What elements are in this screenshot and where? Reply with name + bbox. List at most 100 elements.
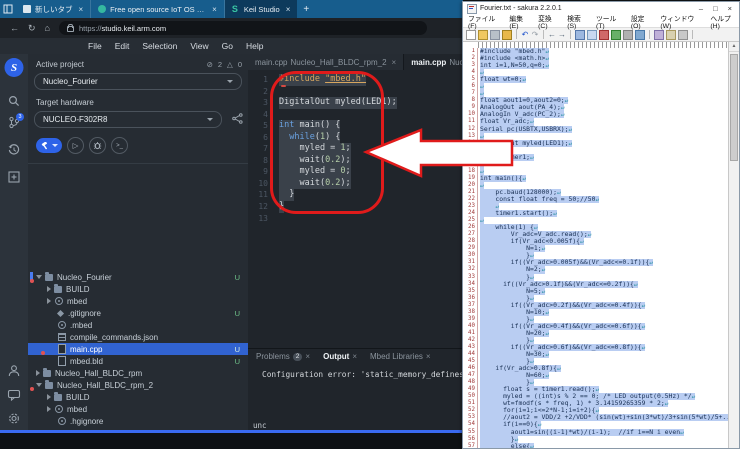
sakura-text-area[interactable]: 1#include "mbed.h"↵2#include <math.h>↵3i… [463, 48, 729, 448]
undo-icon[interactable]: ↶ [521, 31, 529, 39]
sakura-menu-item[interactable]: ウィンドウ(W) [660, 13, 703, 30]
save-icon[interactable] [490, 30, 500, 40]
sakura-code-line[interactable]: 3int i=1,N=50,q=0;↵ [463, 62, 729, 69]
close-icon[interactable]: × [212, 5, 217, 14]
close-icon[interactable]: × [392, 58, 397, 67]
tree-item[interactable]: Nucleo_FourierU [28, 271, 248, 283]
close-icon[interactable]: × [426, 352, 431, 361]
menu-item-file[interactable]: File [88, 41, 102, 51]
browser-toolbar: ← ↻ ⌂ https://studio.keil.arm.com [0, 18, 463, 38]
sakura-menu-item[interactable]: ツール(T) [596, 13, 624, 30]
search-icon[interactable] [8, 94, 20, 112]
new-project-icon[interactable] [8, 170, 20, 188]
menu-item-selection[interactable]: Selection [142, 41, 177, 51]
sakura-menu-item[interactable]: 編集(E) [509, 13, 531, 30]
source-control-icon[interactable]: 3 [8, 116, 20, 134]
debug-button[interactable] [89, 137, 106, 154]
grep-icon[interactable] [635, 30, 645, 40]
home-icon[interactable]: ⌂ [45, 23, 50, 33]
back-icon[interactable]: ← [10, 23, 19, 33]
scrollbar-thumb[interactable] [730, 54, 738, 161]
tree-item[interactable]: mbed [28, 295, 248, 307]
sakura-code-line[interactable]: 22 const float freq = 50;//50↵ [463, 196, 729, 203]
tree-item[interactable]: .mbed [28, 319, 248, 331]
terminal-button[interactable]: >_ [111, 137, 128, 154]
address-bar[interactable]: https://studio.keil.arm.com [59, 21, 427, 35]
history-icon[interactable] [8, 143, 20, 161]
sakura-code-line[interactable]: 6↵ [463, 83, 729, 90]
tree-item[interactable]: .gitignoreU [28, 307, 248, 319]
line-number: 39 [463, 316, 478, 323]
browser-tab[interactable]: 新しいタブ× [16, 0, 91, 18]
redo-icon[interactable]: ↷ [531, 31, 539, 39]
eol-mark: ↵ [649, 259, 653, 266]
close-icon[interactable]: × [305, 352, 310, 361]
account-icon[interactable] [8, 364, 21, 382]
line-number: 30 [463, 252, 478, 259]
bookmark-clear-icon[interactable] [623, 30, 633, 40]
menu-item-help[interactable]: Help [246, 41, 263, 51]
bookmark-next-icon[interactable] [611, 30, 621, 40]
feedback-icon[interactable] [8, 388, 21, 406]
editor-tab[interactable]: main.cppNucleo_Hall_BLDC_rpm_2× [248, 54, 404, 70]
sakura-menu-item[interactable]: ヘルプ(H) [710, 13, 739, 30]
bookmark-icon[interactable] [599, 30, 609, 40]
editor-tab[interactable]: main.cppNucleo_Fourier× [404, 54, 463, 70]
tree-item[interactable]: mbed.bldU [28, 355, 248, 367]
sakura-menu-item[interactable]: 変換(C) [538, 13, 560, 30]
connect-device-icon[interactable] [232, 113, 243, 126]
error-count: 2 [218, 60, 222, 69]
tree-item[interactable]: main.cppU [28, 343, 248, 355]
sakura-code-line[interactable]: 57 else{↵ [463, 443, 729, 448]
menu-item-view[interactable]: View [190, 41, 208, 51]
tree-item[interactable]: mbed [28, 403, 248, 415]
sakura-menu-item[interactable]: 設定(O) [631, 13, 653, 30]
new-icon[interactable] [466, 30, 476, 40]
new-tab-button[interactable]: + [303, 4, 309, 15]
close-icon[interactable]: × [79, 5, 84, 14]
sakura-code-line[interactable]: 5float wt=0;↵ [463, 76, 729, 83]
line-number: 57 [463, 443, 478, 448]
tree-item[interactable]: Nucleo_Hall_BLDC_rpm [28, 367, 248, 379]
browser-tab[interactable]: Free open source IoT OS and de× [91, 0, 225, 18]
sakura-menu-item[interactable]: ファイル(F) [468, 13, 502, 30]
eol-mark: ↵ [542, 288, 546, 295]
code-line[interactable]: 13 [248, 213, 463, 225]
back-icon[interactable]: ← [548, 31, 556, 39]
chevron-right-icon [47, 286, 51, 292]
open-icon[interactable] [478, 30, 488, 40]
sakura-menu-item[interactable]: 検索(S) [567, 13, 589, 30]
sakura-scrollbar[interactable]: ▲ [728, 42, 739, 448]
tree-item[interactable]: BUILD [28, 283, 248, 295]
sakura-code-line[interactable]: 24 timer1.start();↵ [463, 210, 729, 217]
build-button[interactable] [36, 138, 62, 153]
search-icon[interactable] [575, 30, 585, 40]
target-select[interactable]: NUCLEO-F302R8 [34, 111, 222, 128]
tree-item[interactable]: compile_commands.json [28, 331, 248, 343]
scroll-up-icon[interactable]: ▲ [729, 42, 739, 52]
outline-icon[interactable] [654, 30, 664, 40]
menu-item-edit[interactable]: Edit [115, 41, 130, 51]
find-next-icon[interactable] [587, 30, 597, 40]
close-icon[interactable]: × [286, 5, 291, 14]
settings-gear-icon[interactable] [8, 412, 21, 430]
panel-tab-problems[interactable]: Problems2× [256, 352, 310, 361]
close-icon[interactable]: × [352, 352, 357, 361]
menu-item-go[interactable]: Go [222, 41, 233, 51]
browser-tab[interactable]: SKeil Studio× [225, 0, 298, 18]
tree-item[interactable]: BUILD [28, 391, 248, 403]
line-number: 44 [463, 351, 478, 358]
vertical-tabs-icon[interactable] [0, 0, 16, 18]
keil-logo-icon[interactable]: S [5, 58, 24, 77]
tree-item[interactable]: .hgignore [28, 415, 248, 427]
split-icon[interactable] [666, 30, 676, 40]
run-button[interactable]: ▷ [67, 137, 84, 154]
settings-icon[interactable] [678, 30, 688, 40]
project-select[interactable]: Nucleo_Fourier [34, 73, 242, 90]
tree-item[interactable]: Nucleo_Hall_BLDC_rpm_2 [28, 379, 248, 391]
panel-tab-output[interactable]: Output× [323, 352, 357, 361]
panel-tab-mbed-libraries[interactable]: Mbed Libraries× [370, 352, 431, 361]
save-all-icon[interactable] [502, 30, 512, 40]
refresh-icon[interactable]: ↻ [28, 23, 36, 34]
forward-icon[interactable]: → [558, 31, 566, 39]
